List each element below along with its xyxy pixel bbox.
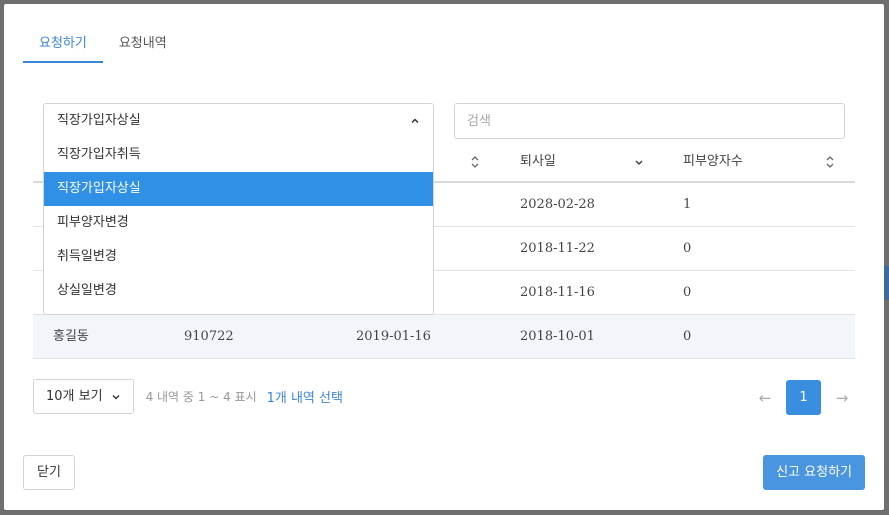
cell-name: 홍길동 xyxy=(53,329,89,344)
table-footer: 10개 보기 4 내역 중 1 ~ 4 표시 1개 내역 선택 xyxy=(33,379,343,414)
tab-request[interactable]: 요청하기 xyxy=(23,30,103,63)
option-employee-acquire[interactable]: 직장가입자취득 xyxy=(44,138,433,172)
cell-retire-date: 2018-11-16 xyxy=(520,285,595,300)
cell-retire-date: 2028-02-28 xyxy=(520,197,595,212)
cell-date: 2019-01-16 xyxy=(356,329,431,344)
request-modal: 요청하기 요청내역 직장가입자상실 퇴사일 피부양자수 2028-02-28 1… xyxy=(4,4,884,510)
cell-retire-date: 2018-11-22 xyxy=(520,241,595,256)
prev-page-arrow-icon[interactable]: ← xyxy=(752,389,778,407)
cell-dependents: 0 xyxy=(683,329,692,344)
pagination: ← 1 → xyxy=(752,380,855,415)
sort-icon[interactable] xyxy=(470,155,480,169)
page-size-label: 10개 보기 xyxy=(46,389,103,404)
option-dependent-change[interactable]: 피부양자변경 xyxy=(44,206,433,240)
col-header-dependents[interactable]: 피부양자수 xyxy=(683,140,743,183)
page-size-select[interactable]: 10개 보기 xyxy=(33,379,134,414)
cell-dependents: 1 xyxy=(683,197,692,212)
page-1-button[interactable]: 1 xyxy=(786,380,821,415)
search-input[interactable] xyxy=(454,103,845,139)
submit-report-button[interactable]: 신고 요청하기 xyxy=(763,455,865,490)
sort-icon[interactable] xyxy=(825,155,835,169)
close-button[interactable]: 닫기 xyxy=(23,455,75,490)
chevron-down-icon xyxy=(112,394,120,399)
chevron-up-icon xyxy=(411,118,419,124)
cell-dependents: 0 xyxy=(683,285,692,300)
option-loss-date-change[interactable]: 상실일변경 xyxy=(44,274,433,308)
cell-birth-id: 910722 xyxy=(184,329,234,344)
cell-dependents: 0 xyxy=(683,241,692,256)
table-row-selected[interactable]: 홍길동 910722 2019-01-16 2018-10-01 0 xyxy=(33,315,855,359)
tab-history[interactable]: 요청내역 xyxy=(103,30,183,63)
record-count-info: 4 내역 중 1 ~ 4 표시 xyxy=(145,390,257,404)
cell-retire-date: 2018-10-01 xyxy=(520,329,595,344)
type-select[interactable]: 직장가입자상실 xyxy=(43,103,434,139)
sort-desc-icon[interactable] xyxy=(634,155,644,169)
col-header-retire-date[interactable]: 퇴사일 xyxy=(520,140,556,183)
selection-count: 1개 내역 선택 xyxy=(266,391,343,406)
next-page-arrow-icon[interactable]: → xyxy=(829,389,855,407)
type-dropdown-menu: 직장가입자취득 직장가입자상실 피부양자변경 취득일변경 상실일변경 xyxy=(43,138,434,315)
tab-bar: 요청하기 요청내역 xyxy=(23,30,183,66)
type-select-value: 직장가입자상실 xyxy=(57,113,141,128)
option-acquire-date-change[interactable]: 취득일변경 xyxy=(44,240,433,274)
option-employee-loss[interactable]: 직장가입자상실 xyxy=(44,172,433,206)
